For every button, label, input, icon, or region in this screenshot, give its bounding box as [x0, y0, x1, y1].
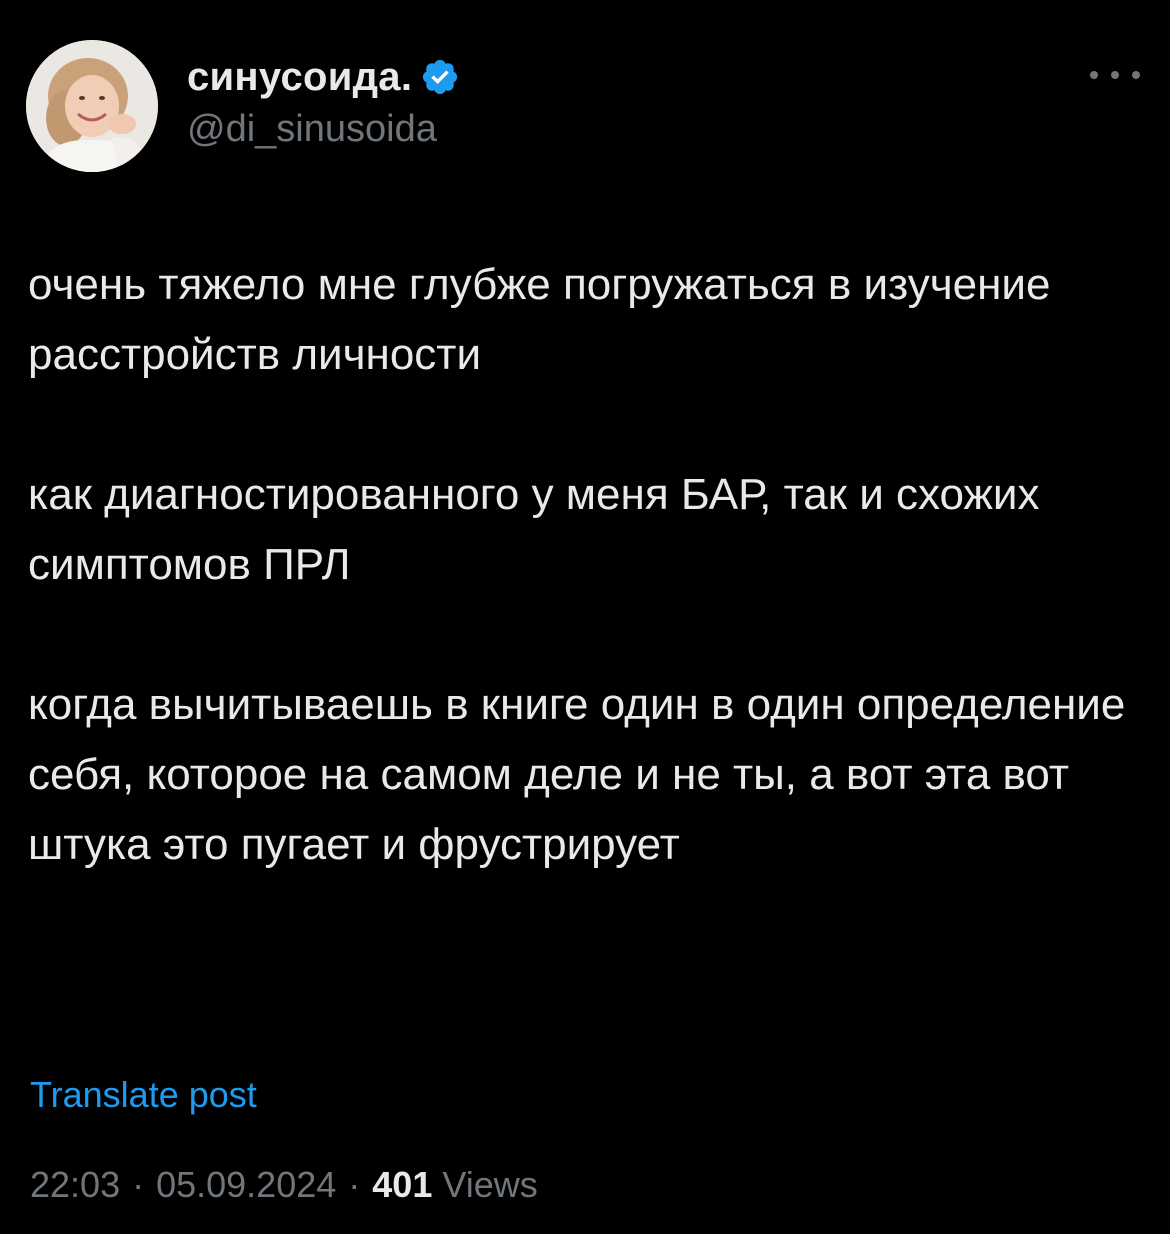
views-label[interactable]: Views [442, 1164, 537, 1205]
dot [1111, 71, 1119, 79]
author-handle[interactable]: @di_sinusoida [187, 108, 437, 151]
dot [1090, 71, 1098, 79]
post-meta: 22:03 · 05.09.2024 · 401 Views [30, 1164, 538, 1206]
translate-post-link[interactable]: Translate post [30, 1074, 257, 1116]
dot [1132, 71, 1140, 79]
post: синусоида. @di_sinusoida очень тяжело мн… [0, 0, 1170, 1234]
tweet-paragraph: когда вычитываешь в книге один в один оп… [28, 680, 1126, 869]
tweet-text: очень тяжело мне глубже погружаться в из… [28, 250, 1138, 880]
author-name-row: синусоида. [187, 52, 460, 102]
author-display-name[interactable]: синусоида. [187, 55, 412, 100]
tweet-paragraph: как диагностированного у меня БАР, так и… [28, 470, 1040, 589]
more-options-icon[interactable] [1090, 60, 1140, 90]
post-date[interactable]: 05.09.2024 [156, 1164, 336, 1205]
profile-photo [26, 40, 158, 172]
tweet-paragraph: очень тяжело мне глубже погружаться в из… [28, 260, 1051, 379]
post-time[interactable]: 22:03 [30, 1164, 120, 1205]
views-count[interactable]: 401 [372, 1164, 432, 1205]
separator: · [348, 1164, 361, 1205]
avatar[interactable] [26, 40, 158, 172]
separator: · [132, 1164, 145, 1205]
verified-badge-icon [420, 57, 460, 97]
